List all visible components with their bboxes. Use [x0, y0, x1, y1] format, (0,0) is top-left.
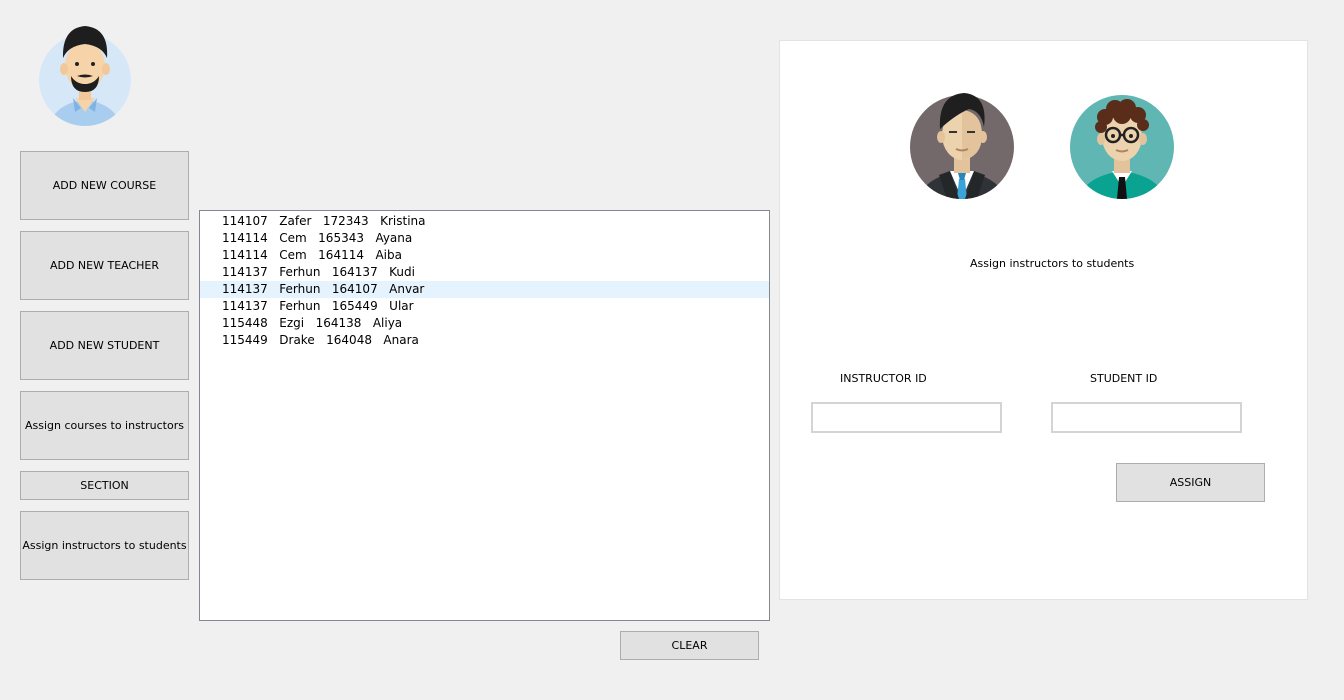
section-button[interactable]: SECTION	[20, 471, 189, 500]
student-name-cell: Ular	[389, 299, 414, 313]
assign-instructors-to-students-button[interactable]: Assign instructors to students	[20, 511, 189, 580]
instructor-name-cell: Cem	[279, 248, 307, 262]
instructor-name-cell: Ezgi	[279, 316, 305, 330]
assign-courses-to-instructors-button[interactable]: Assign courses to instructors	[20, 391, 189, 460]
instructor-id-cell: 115448	[222, 316, 268, 330]
student-name-cell: Kristina	[380, 214, 426, 228]
instructor-name-cell: Ferhun	[279, 282, 321, 296]
instructor-name-cell: Drake	[279, 333, 315, 347]
instructor-name-cell: Ferhun	[279, 299, 321, 313]
list-item-selected[interactable]: 114137 Ferhun 164107 Anvar	[200, 281, 769, 298]
student-name-cell: Anara	[383, 333, 419, 347]
instructor-name-cell: Zafer	[279, 214, 312, 228]
instructor-id-cell: 114137	[222, 282, 268, 296]
student-id-cell: 165449	[331, 299, 378, 313]
student-id-input[interactable]	[1051, 402, 1242, 433]
student-name-cell: Aliya	[372, 316, 403, 330]
student-name-cell: Kudi	[389, 265, 415, 279]
list-item[interactable]: 114114 Cem 164114 Aiba	[200, 247, 769, 264]
instructor-avatar-icon	[909, 87, 1015, 202]
instructor-name-cell: Ferhun	[279, 265, 321, 279]
student-id-cell: 164107	[331, 282, 378, 296]
panel-title: Assign instructors to students	[970, 257, 1135, 270]
instructor-id-input[interactable]	[811, 402, 1002, 433]
student-name-cell: Ayana	[375, 231, 413, 245]
student-id-cell: 165343	[318, 231, 364, 245]
instructor-id-cell: 115449	[222, 333, 268, 347]
list-item[interactable]: 114114 Cem 165343 Ayana	[200, 230, 769, 247]
assign-panel: Assign instructors to students INSTRUCTO…	[779, 40, 1308, 600]
student-id-cell: 164114	[318, 248, 364, 262]
list-item[interactable]: 114137 Ferhun 165449 Ular	[200, 298, 769, 315]
student-name-cell: Aiba	[375, 248, 402, 262]
student-avatar-icon	[1069, 87, 1175, 202]
add-new-teacher-button[interactable]: ADD NEW TEACHER	[20, 231, 189, 300]
student-id-cell: 164048	[326, 333, 372, 347]
student-name-cell: Anvar	[389, 282, 425, 296]
instructor-id-label: INSTRUCTOR ID	[840, 372, 927, 385]
clear-button[interactable]: CLEAR	[620, 631, 759, 660]
admin-avatar-icon	[38, 24, 132, 128]
student-id-cell: 164137	[331, 265, 378, 279]
list-item[interactable]: 114137 Ferhun 164137 Kudi	[200, 264, 769, 281]
add-new-course-button[interactable]: ADD NEW COURSE	[20, 151, 189, 220]
list-item[interactable]: 115449 Drake 164048 Anara	[200, 332, 769, 349]
instructor-id-cell: 114137	[222, 299, 268, 313]
add-new-student-button[interactable]: ADD NEW STUDENT	[20, 311, 189, 380]
assign-button[interactable]: ASSIGN	[1116, 463, 1265, 502]
assignments-listbox[interactable]: 114107 Zafer 172343 Kristina 114114 Cem …	[199, 210, 770, 621]
instructor-id-cell: 114114	[222, 248, 268, 262]
student-id-cell: 164138	[315, 316, 362, 330]
instructor-id-cell: 114107	[222, 214, 268, 228]
list-item[interactable]: 114107 Zafer 172343 Kristina	[200, 213, 769, 230]
student-id-label: STUDENT ID	[1090, 372, 1158, 385]
instructor-id-cell: 114114	[222, 231, 268, 245]
student-id-cell: 172343	[322, 214, 369, 228]
list-item[interactable]: 115448 Ezgi 164138 Aliya	[200, 315, 769, 332]
instructor-id-cell: 114137	[222, 265, 268, 279]
instructor-name-cell: Cem	[279, 231, 307, 245]
